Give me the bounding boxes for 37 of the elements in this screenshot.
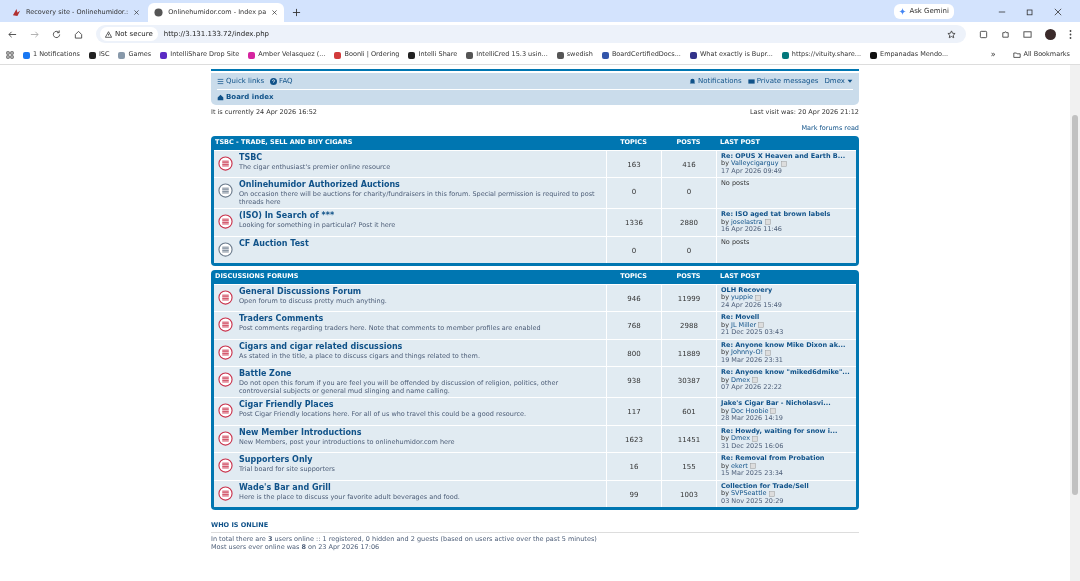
star-icon[interactable] [947, 29, 956, 39]
menu-icon[interactable] [1069, 29, 1072, 39]
back-icon[interactable] [8, 29, 17, 39]
reload-icon[interactable] [52, 29, 61, 39]
site-icon [154, 8, 164, 17]
forum-link[interactable]: Cigar Friendly Places [239, 400, 527, 410]
forum-link[interactable]: TSBC [239, 152, 391, 163]
bell-icon [688, 77, 696, 85]
forum-link[interactable]: Onlinehumidor Authorized Auctions [239, 180, 602, 190]
home-icon [217, 94, 224, 101]
forum-link[interactable]: CF Auction Test [239, 238, 309, 249]
avatar-icon[interactable] [1045, 28, 1056, 40]
forum-link[interactable]: (ISO) In Search of *** [239, 211, 396, 221]
apps-icon[interactable] [6, 51, 14, 59]
forum-link[interactable]: Traders Comments [239, 314, 541, 324]
folder-icon[interactable] [1012, 51, 1021, 59]
site-icon [12, 8, 21, 17]
more-bookmarks-button[interactable]: » [990, 49, 996, 61]
close-window-icon[interactable] [1054, 8, 1062, 16]
forum-link[interactable]: New Member Introductions [239, 427, 455, 438]
forward-icon[interactable] [30, 29, 39, 39]
home-icon[interactable] [74, 29, 83, 39]
forum-link[interactable]: Cigars and cigar related discussions [239, 341, 480, 352]
caret-icon [847, 78, 853, 84]
sparkle-icon [899, 8, 907, 15]
close-icon[interactable] [271, 9, 279, 16]
forum-link[interactable]: Supporters Only [239, 455, 335, 465]
restore-icon[interactable] [1026, 8, 1034, 16]
forum-link[interactable]: Battle Zone [239, 369, 602, 379]
forum-link[interactable]: Wade's Bar and Grill [239, 482, 460, 493]
new-tab-icon[interactable] [292, 8, 302, 17]
help-icon [270, 77, 278, 85]
warning-icon [105, 30, 112, 38]
minimize-icon[interactable] [998, 8, 1006, 16]
forum-link[interactable]: General Discussions Forum [239, 286, 387, 297]
close-icon[interactable] [133, 9, 141, 16]
scrollbar[interactable] [1070, 65, 1080, 581]
